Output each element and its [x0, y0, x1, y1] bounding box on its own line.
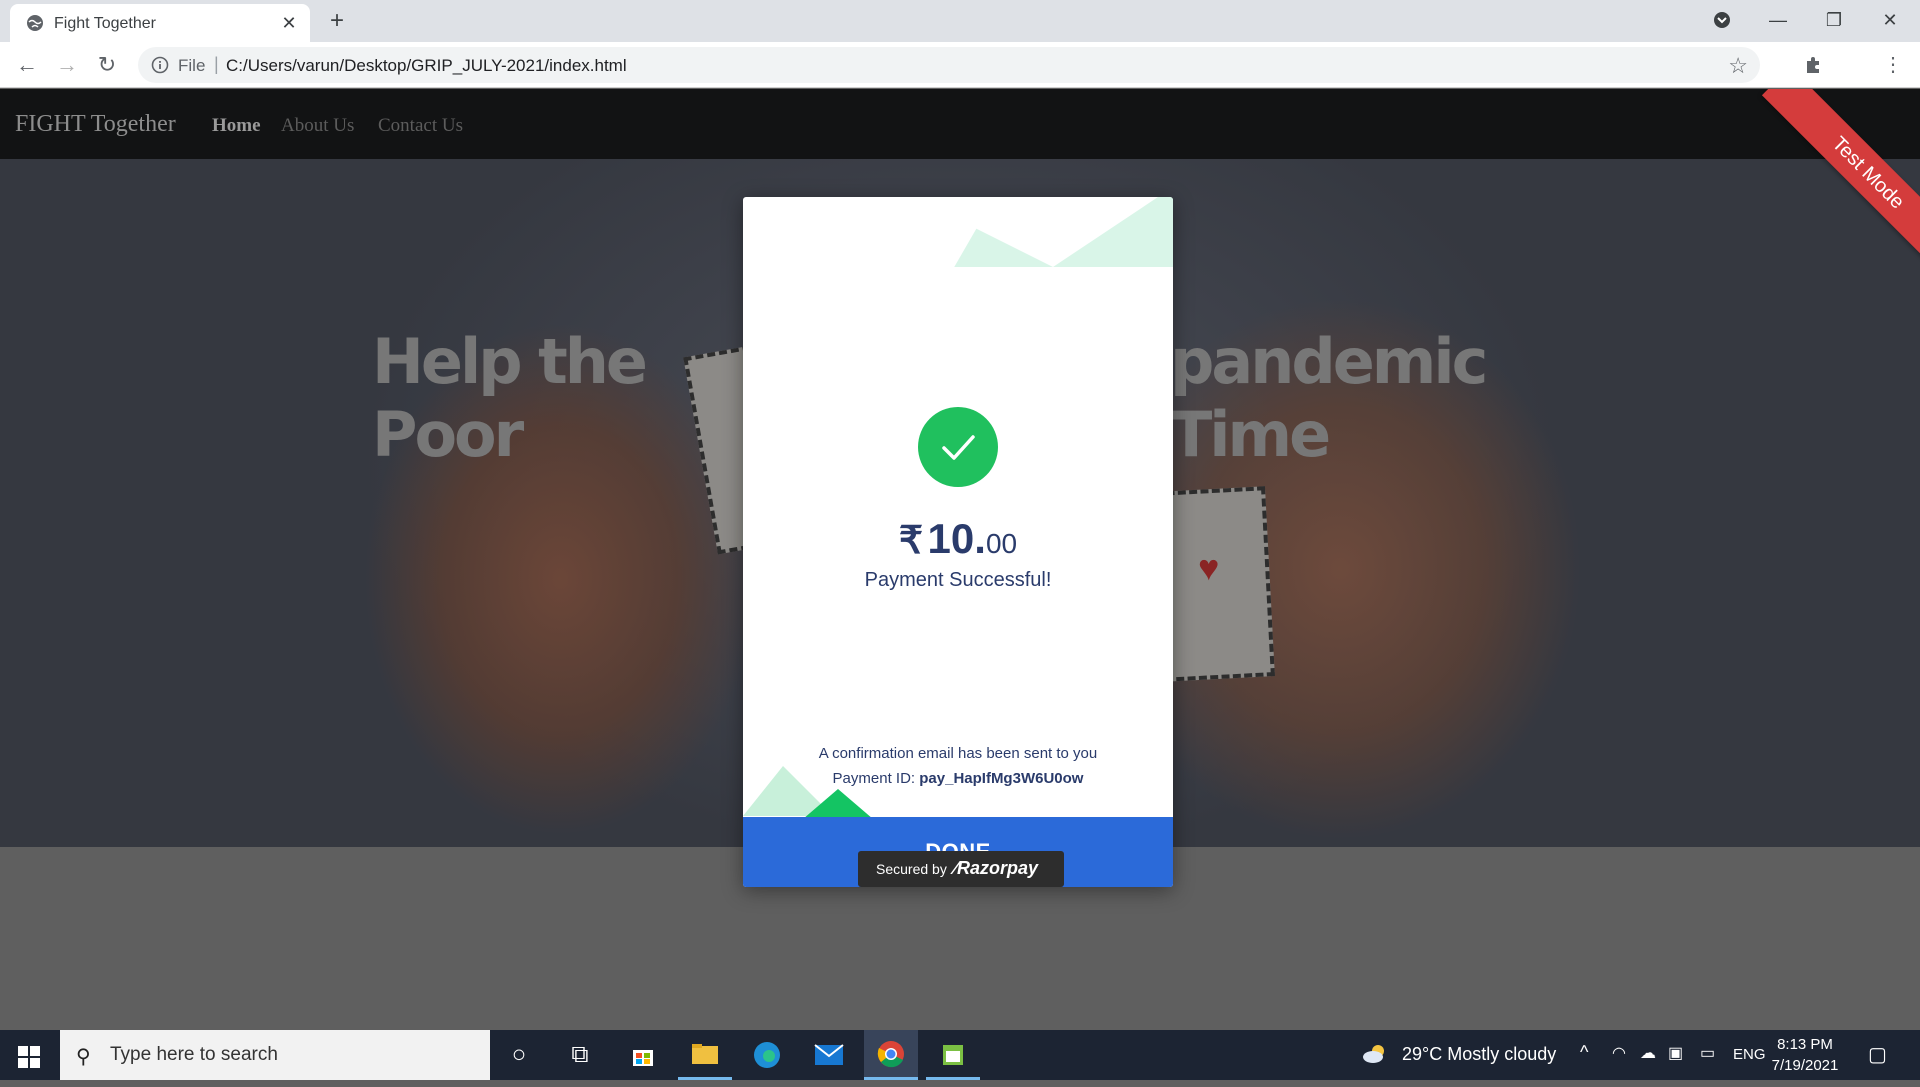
site-brand[interactable]: FIGHT Together [15, 111, 176, 138]
nav-home[interactable]: Home [212, 115, 261, 137]
address-bar[interactable]: File | C:/Users/varun/Desktop/GRIP_JULY-… [138, 47, 1760, 83]
reload-icon[interactable]: ↻ [92, 50, 122, 80]
clock-date: 7/19/2021 [1771, 1057, 1839, 1074]
confirmation-message: A confirmation email has been sent to yo… [818, 745, 1098, 762]
extensions-icon[interactable] [1800, 52, 1826, 78]
razorpay-brand-text: Razorpay [957, 858, 1039, 878]
close-window-button[interactable]: ✕ [1870, 6, 1910, 34]
browser-tab[interactable]: Fight Together ✕ [10, 4, 310, 42]
file-scheme-label: File [178, 56, 206, 75]
back-arrow-icon[interactable]: ← [12, 50, 42, 80]
info-icon[interactable] [150, 55, 170, 75]
hero-title-right: pandemic Time [1170, 325, 1488, 471]
decorative-shape [893, 197, 1173, 267]
secured-by-label: Secured by [876, 861, 947, 877]
weather-text[interactable]: 29°C Mostly cloudy [1402, 1044, 1556, 1065]
browser-toolbar: ← → ↻ File | C:/Users/varun/Desktop/GRIP… [0, 42, 1920, 120]
secured-by-badge: Secured by ⁄Razorpay [858, 851, 1064, 887]
decorative-shape [803, 789, 873, 819]
amount-whole: 10. [927, 515, 986, 562]
restore-button[interactable]: ❐ [1814, 6, 1854, 34]
windows-start-icon[interactable] [18, 1046, 40, 1068]
system-clock[interactable]: 8:13 PM 7/19/2021 [1760, 1034, 1850, 1076]
chrome-icon[interactable] [864, 1030, 918, 1080]
hero-title-left: Help the Poor [372, 325, 648, 471]
heart-icon: ♥ [1198, 547, 1220, 588]
address-separator: | [214, 54, 219, 74]
razorpay-logo: ⁄Razorpay [954, 858, 1039, 878]
nav-about-us[interactable]: About Us [281, 115, 354, 137]
cortana-icon[interactable]: ○ [492, 1030, 546, 1080]
search-icon: ⚲ [76, 1046, 91, 1068]
mail-icon[interactable] [802, 1030, 856, 1080]
clock-time: 8:13 PM [1777, 1036, 1833, 1053]
payment-id-label: Payment ID: [832, 770, 916, 787]
file-explorer-icon[interactable] [678, 1030, 732, 1080]
onedrive-icon[interactable]: ☁ [1640, 1043, 1656, 1063]
amount-decimal: 00 [985, 528, 1018, 559]
payment-status: Payment Successful! [864, 569, 1052, 591]
minimize-button[interactable]: — [1758, 6, 1798, 34]
payment-success-modal: ₹ 10.00 Payment Successful! A confirmati… [743, 197, 1173, 887]
url-text: C:/Users/varun/Desktop/GRIP_JULY-2021/in… [226, 56, 627, 75]
weather-cloud-icon[interactable] [1362, 1043, 1388, 1070]
payment-amount: ₹ 10.00 [743, 515, 1173, 563]
store-icon[interactable] [616, 1030, 670, 1080]
task-view-icon[interactable]: ⧉ [553, 1030, 607, 1080]
tab-title: Fight Together [54, 15, 156, 32]
nav-contact-us[interactable]: Contact Us [378, 115, 463, 137]
notepad-icon[interactable] [926, 1030, 980, 1080]
payment-id-value: pay_HapIfMg3W6U0ow [919, 770, 1084, 787]
notifications-icon[interactable]: ▢ [1868, 1042, 1887, 1067]
search-placeholder: Type here to search [110, 1044, 278, 1065]
success-check-icon [918, 407, 998, 487]
tab-search-icon[interactable] [1702, 6, 1742, 34]
site-navbar: FIGHT Together Home About Us Contact Us [0, 89, 1920, 159]
windows-taskbar: ⚲ Type here to search ○ ⧉ 29°C Mostly cl… [0, 1030, 1920, 1080]
show-hidden-icons-chevron-icon[interactable]: ^ [1580, 1042, 1588, 1063]
edge-icon[interactable] [740, 1030, 794, 1080]
network-icon[interactable]: ◠ [1612, 1043, 1626, 1063]
browser-tab-strip: Fight Together ✕ + — ❐ ✕ [0, 0, 1920, 42]
forward-arrow-icon[interactable]: → [52, 50, 82, 80]
more-menu-icon[interactable]: ⋮ [1880, 52, 1906, 78]
security-icon[interactable]: ▣ [1668, 1043, 1683, 1063]
currency-symbol: ₹ [898, 520, 924, 562]
taskbar-search-box[interactable]: ⚲ Type here to search [60, 1030, 490, 1080]
new-tab-button[interactable]: + [324, 8, 350, 34]
battery-icon[interactable]: ▭ [1700, 1043, 1715, 1063]
bookmark-star-icon[interactable]: ☆ [1728, 53, 1748, 79]
close-tab-icon[interactable]: ✕ [278, 12, 300, 34]
globe-icon [26, 14, 44, 32]
